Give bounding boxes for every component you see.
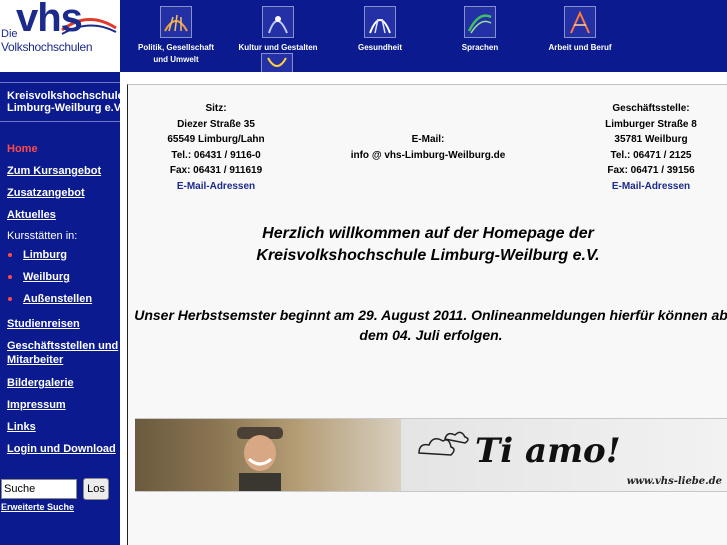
logo-vhs-text: vhs [16, 0, 83, 40]
address-right-heading: Geschäftsstelle: [612, 103, 690, 114]
bullet-icon [8, 253, 12, 257]
sidebar-org-box: Kreisvolkshochschule Limburg-Weilburg e.… [0, 82, 124, 122]
address-right-fax: Fax: 06471 / 39156 [607, 165, 695, 176]
sidebar-item-bildergalerie[interactable]: Bildergalerie [7, 376, 74, 390]
address-left: Sitz: Diezer Straße 35 65549 Limburg/Lah… [146, 101, 286, 194]
nav-politik-label-1: Politik, Gesellschaft [137, 43, 215, 52]
main-content: Sitz: Diezer Straße 35 65549 Limburg/Lah… [120, 72, 727, 545]
nav-kultur-label: Kultur und Gestalten [238, 43, 318, 52]
semester-notice: Unser Herbstsemster beginnt am 29. Augus… [134, 305, 727, 345]
banner-url: www.vhs-liebe.de [626, 476, 722, 487]
notice-line2: dem 04. Juli erfolgen. [359, 327, 503, 343]
address-center-email: info @ vhs-Limburg-Weilburg.de [350, 149, 506, 161]
sidebar-item-limburg[interactable]: Limburg [23, 248, 67, 262]
welcome-line2: Kreisvolkshochschule Limburg-Weilburg e.… [256, 247, 600, 264]
nav-arbeit[interactable]: Arbeit und Beruf [530, 6, 630, 54]
address-right-mail-link[interactable]: E-Mail-Adressen [612, 181, 690, 192]
address-left-heading: Sitz: [205, 103, 227, 114]
address-left-street: Diezer Straße 35 [177, 118, 255, 130]
welcome-line1: Herzlich willkommen auf der Homepage der [262, 225, 594, 242]
sidebar-org-name: Kreisvolkshochschule Limburg-Weilburg e.… [7, 90, 124, 114]
person-photo-icon [237, 427, 283, 491]
nav-kultur[interactable]: Kultur und Gestalten [228, 6, 328, 54]
nav-gesundheit-label: Gesundheit [357, 43, 402, 52]
nav-sprachen[interactable]: Sprachen [430, 6, 530, 54]
sidebar-item-aussenstellen[interactable]: Außenstellen [23, 292, 92, 306]
welcome-heading: Herzlich willkommen auf der Homepage der… [128, 223, 727, 267]
address-right: Geschäftsstelle: Limburger Straße 8 3578… [576, 101, 726, 194]
nav-gesundheit[interactable]: Gesundheit [330, 6, 430, 54]
politik-icon [160, 6, 192, 38]
sidebar-kursstaetten-label: Kursstätten in: [7, 230, 78, 242]
banner-title: Ti amo! [475, 431, 621, 471]
nav-sprachen-label: Sprachen [461, 43, 499, 52]
arbeit-icon [564, 6, 596, 38]
kultur-icon [262, 6, 294, 38]
sidebar-org-line2: Limburg-Weilburg e.V. [7, 102, 124, 114]
search-input[interactable] [1, 479, 77, 499]
sidebar-item-zusatzangebot[interactable]: Zusatzangebot [7, 186, 85, 200]
sidebar-item-studienreisen[interactable]: Studienreisen [7, 317, 80, 331]
logo-die-text: Die [1, 28, 18, 40]
clouds-icon [418, 431, 469, 456]
sidebar: Kreisvolkshochschule Limburg-Weilburg e.… [0, 72, 124, 545]
header: vhs Die Volkshochschulen Politik, Gesell… [0, 0, 727, 72]
ti-amo-banner[interactable]: Ti amo! www.vhs-liebe.de [135, 418, 727, 492]
sprachen-icon [464, 6, 496, 38]
address-right-city: 35781 Weilburg [614, 134, 688, 145]
address-left-mail-link[interactable]: E-Mail-Adressen [177, 181, 255, 192]
address-right-tel: Tel.: 06471 / 2125 [610, 149, 692, 161]
vhs-logo[interactable]: vhs Die Volkshochschulen [0, 0, 120, 72]
address-center-heading: E-Mail: [411, 134, 445, 145]
sidebar-item-home[interactable]: Home [7, 142, 38, 156]
logo-subtitle: Volkshochschulen [1, 40, 93, 54]
sidebar-org-line1: Kreisvolkshochschule [7, 90, 124, 102]
sidebar-geschaeftsstellen-line1: Geschäftsstellen und [7, 340, 119, 352]
address-left-city: 65549 Limburg/Lahn [167, 134, 265, 145]
sidebar-item-aktuelles[interactable]: Aktuelles [7, 208, 56, 222]
search-button[interactable]: Los [83, 478, 109, 500]
gesundheit-icon [364, 6, 396, 38]
bullet-icon [8, 297, 12, 301]
address-right-street: Limburger Straße 8 [605, 118, 697, 130]
bullet-icon [8, 275, 12, 279]
sidebar-item-links[interactable]: Links [7, 420, 36, 434]
nav-extra-icon[interactable] [261, 53, 293, 72]
sidebar-item-kursangebot[interactable]: Zum Kursangebot [7, 164, 101, 178]
notice-line1: Unser Herbstsemster beginnt am 29. Augus… [134, 307, 727, 323]
category-nav: Politik, Gesellschaft und Umwelt Kultur … [120, 0, 727, 72]
address-left-tel: Tel.: 06431 / 9116-0 [171, 149, 261, 161]
sidebar-item-impressum[interactable]: Impressum [7, 398, 66, 412]
address-left-fax: Fax: 06431 / 911619 [169, 165, 263, 176]
nav-arbeit-label: Arbeit und Beruf [548, 43, 612, 52]
content-box: Sitz: Diezer Straße 35 65549 Limburg/Lah… [127, 84, 727, 545]
address-center: E-Mail: info @ vhs-Limburg-Weilburg.de [328, 132, 528, 163]
nav-politik-label-2: und Umwelt [153, 55, 199, 64]
sidebar-item-weilburg[interactable]: Weilburg [23, 270, 70, 284]
advanced-search-link[interactable]: Erweiterte Suche [1, 502, 74, 512]
sidebar-geschaeftsstellen-line2: Mitarbeiter [7, 354, 64, 366]
nav-politik[interactable]: Politik, Gesellschaft und Umwelt [122, 6, 230, 66]
sidebar-item-geschaeftsstellen[interactable]: Geschäftsstellen und Mitarbeiter [7, 339, 118, 367]
sidebar-item-login[interactable]: Login und Download [7, 442, 116, 456]
